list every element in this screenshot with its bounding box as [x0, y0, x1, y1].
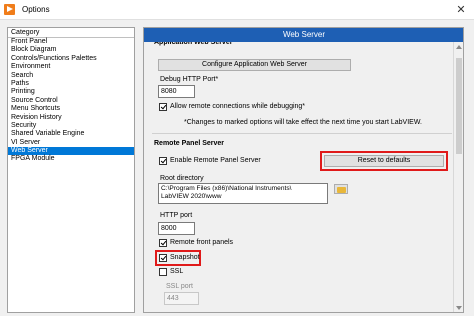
- category-list[interactable]: Category Front Panel Block Diagram Control…: [7, 27, 135, 313]
- category-item-shared-variable-engine[interactable]: Shared Variable Engine: [8, 130, 134, 138]
- snapshot-checkbox[interactable]: [159, 254, 167, 262]
- close-button[interactable]: ✕: [448, 0, 474, 20]
- category-item-fpga-module[interactable]: FPGA Module: [8, 155, 134, 163]
- scroll-up-icon[interactable]: [456, 45, 462, 49]
- category-item-vi-server[interactable]: VI Server: [8, 139, 134, 147]
- category-item-source-control[interactable]: Source Control: [8, 97, 134, 105]
- category-item-environment[interactable]: Environment: [8, 63, 134, 71]
- scroll-down-icon[interactable]: [456, 306, 462, 310]
- category-item-security[interactable]: Security: [8, 122, 134, 130]
- title-bar: Options ✕: [0, 0, 474, 20]
- http-port-label: HTTP port: [160, 212, 193, 219]
- snapshot-label: Snapshot: [170, 254, 200, 261]
- remote-front-panels-label: Remote front panels: [170, 239, 234, 246]
- browse-folder-button[interactable]: [334, 184, 348, 194]
- reset-to-defaults-button[interactable]: Reset to defaults: [324, 155, 444, 167]
- enable-remote-panel-label: Enable Remote Panel Server: [170, 157, 261, 164]
- category-item-menu-shortcuts[interactable]: Menu Shortcuts: [8, 105, 134, 113]
- category-item-web-server[interactable]: Web Server: [8, 147, 134, 156]
- configure-app-web-server-button[interactable]: Configure Application Web Server: [158, 59, 351, 71]
- category-item-paths[interactable]: Paths: [8, 80, 134, 88]
- category-item-controls-functions-palettes[interactable]: Controls/Functions Palettes: [8, 55, 134, 63]
- folder-icon: [337, 187, 346, 193]
- web-server-panel: Web Server Application Web Server Config…: [143, 27, 464, 313]
- panel-title: Web Server: [144, 28, 463, 42]
- root-directory-input[interactable]: C:\Program Files (x86)\National Instrume…: [158, 183, 328, 204]
- category-item-front-panel[interactable]: Front Panel: [8, 38, 134, 46]
- root-directory-line-2: LabVIEW 2020\www: [161, 193, 222, 200]
- category-header: Category: [8, 28, 134, 38]
- category-item-printing[interactable]: Printing: [8, 88, 134, 96]
- vertical-scrollbar[interactable]: [453, 42, 463, 312]
- ssl-checkbox[interactable]: [159, 268, 167, 276]
- root-directory-line-1: C:\Program Files (x86)\National Instrume…: [161, 185, 292, 192]
- category-item-block-diagram[interactable]: Block Diagram: [8, 46, 134, 54]
- section-divider: [152, 133, 452, 134]
- scroll-thumb[interactable]: [456, 58, 462, 154]
- enable-remote-panel-checkbox[interactable]: [159, 157, 167, 165]
- allow-remote-checkbox[interactable]: [159, 103, 167, 111]
- ssl-port-label: SSL port: [166, 283, 193, 290]
- remote-panel-server-group-label: Remote Panel Server: [154, 140, 225, 147]
- labview-app-icon: [4, 4, 15, 15]
- allow-remote-label: Allow remote connections while debugging…: [170, 103, 306, 110]
- remote-front-panels-checkbox[interactable]: [159, 239, 167, 247]
- window-title: Options: [22, 5, 50, 14]
- category-item-revision-history[interactable]: Revision History: [8, 114, 134, 122]
- ssl-label: SSL: [170, 268, 184, 275]
- debug-http-port-label: Debug HTTP Port*: [160, 76, 219, 83]
- app-web-server-group-label: Application Web Server: [154, 42, 233, 46]
- root-directory-label: Root directory: [160, 175, 204, 182]
- ssl-port-input[interactable]: 443: [164, 292, 199, 305]
- http-port-input[interactable]: 8000: [158, 222, 195, 235]
- category-item-search[interactable]: Search: [8, 72, 134, 80]
- debug-http-port-input[interactable]: 8080: [158, 85, 195, 98]
- restart-note: *Changes to marked options will take eff…: [184, 119, 422, 126]
